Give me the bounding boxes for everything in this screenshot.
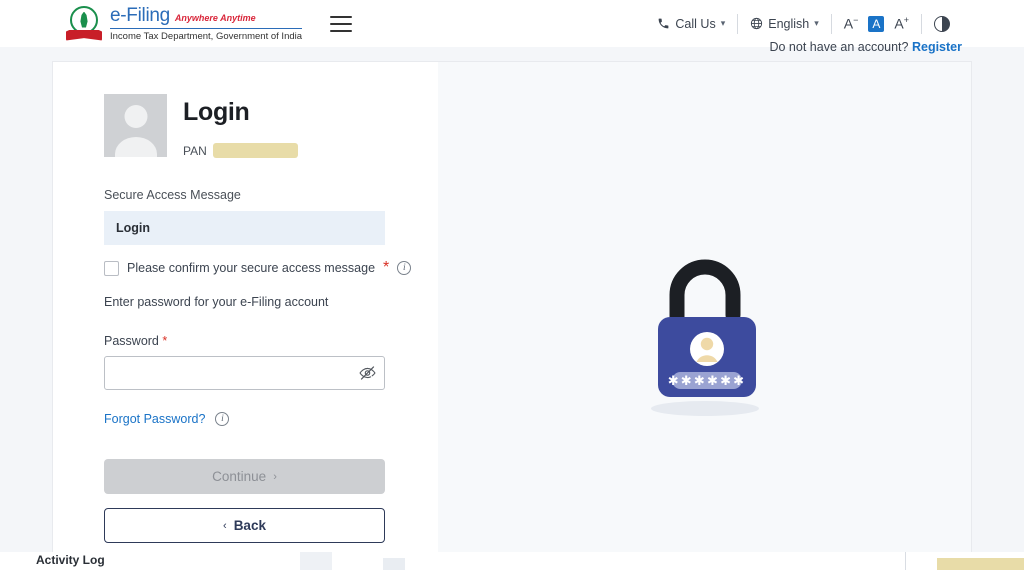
phone-icon [659,18,669,29]
language-label: English [768,16,810,31]
login-form-panel: Login PAN Secure Access Message Login Pl… [53,62,438,569]
chevron-right-icon: › [273,470,277,483]
redacted-block [937,558,1024,570]
font-increase-button[interactable]: A+ [894,15,909,32]
password-label-row: Password * [104,334,438,348]
brand-department: Income Tax Department, Government of Ind… [110,31,303,42]
font-decrease-button[interactable]: A− [844,15,859,32]
chevron-left-icon: ‹ [223,519,227,532]
avatar [104,94,167,157]
continue-button[interactable]: Continue › [104,459,385,494]
register-link[interactable]: Register [912,40,962,54]
padlock-password-illustration: ✱✱✱✱✱✱ [625,245,785,420]
contrast-toggle-icon[interactable] [934,15,950,32]
language-dropdown[interactable]: English ▾ [738,17,831,31]
secure-access-message-label: Secure Access Message [104,188,241,202]
account-prompt-text: Do not have an account? [769,40,909,54]
password-label: Password [104,334,159,348]
svg-text:✱✱✱✱✱✱: ✱✱✱✱✱✱ [667,374,746,389]
password-hint-text: Enter password for your e-Filing account [104,295,329,309]
forgot-password-link[interactable]: Forgot Password? [104,412,205,426]
divider [905,552,906,570]
info-icon[interactable]: i [397,261,412,275]
eye-slash-icon[interactable] [359,365,376,382]
required-mark: * [383,259,390,276]
pan-label: PAN [183,143,207,158]
brand-tagline: Anywhere Anytime [174,13,256,23]
password-field-wrapper [104,356,385,390]
confirm-secure-access-label: Please confirm your secure access messag… [127,261,376,275]
password-input[interactable] [104,356,385,390]
forgot-password-row: Forgot Password? i [104,412,438,426]
back-button[interactable]: ‹ Back [104,508,385,543]
font-normal-button[interactable]: A [868,15,885,32]
login-card: Login PAN Secure Access Message Login Pl… [52,61,972,570]
header-utility-nav: Call Us ▾ English ▾ A− A A+ [645,13,962,34]
account-prompt-row: Do not have an account? Register [769,40,962,54]
continue-label: Continue [212,469,267,484]
call-us-label: Call Us [675,16,716,31]
illustration-shadow [650,401,759,416]
back-label: Back [233,518,266,533]
divider [921,13,922,34]
page-title: Login [183,98,250,126]
pan-value-redacted [212,143,298,158]
login-header: Login PAN [104,94,438,158]
hamburger-menu-icon[interactable] [330,15,353,32]
illustration-panel: ✱✱✱✱✱✱ [438,62,971,569]
font-size-controls: A− A A+ [832,15,921,32]
info-icon[interactable]: i [215,412,230,426]
pan-row: PAN [183,143,298,158]
chevron-down-icon: ▾ [720,18,726,28]
secure-access-message-value: Login [104,211,385,245]
confirm-secure-access-checkbox[interactable] [104,260,119,276]
brand-logo[interactable]: e-Filing Anywhere Anytime Income Tax Dep… [66,5,303,42]
brand-name: e-Filing [110,5,170,26]
placeholder-block [383,558,405,570]
activity-log-heading: Activity Log [36,553,105,567]
confirm-secure-access-row: Please confirm your secure access messag… [104,259,438,277]
globe-icon [751,17,763,30]
brand-text: e-Filing Anywhere Anytime Income Tax Dep… [110,5,303,42]
call-us-dropdown[interactable]: Call Us ▾ [645,17,737,31]
national-emblem-icon [66,5,102,42]
bottom-content-peek: Activity Log [0,552,1024,570]
chevron-down-icon: ▾ [814,18,819,28]
placeholder-block [300,552,332,570]
required-mark: * [162,334,168,348]
